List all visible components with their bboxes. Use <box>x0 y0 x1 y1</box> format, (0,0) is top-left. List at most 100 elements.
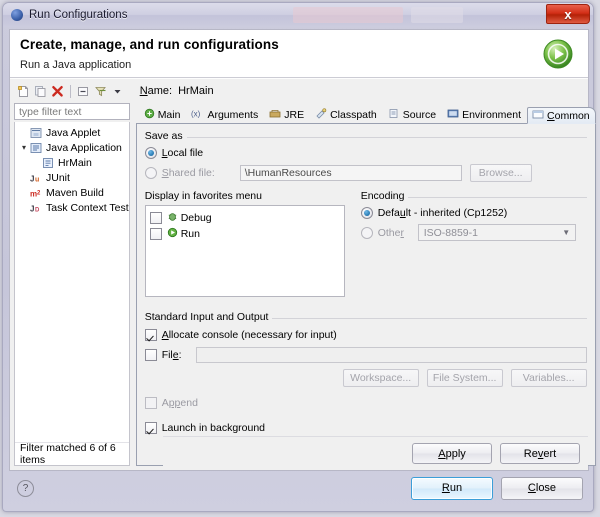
configurations-tree[interactable]: Java Applet ▾ Java Application HrMain J … <box>14 122 130 466</box>
tree-item-label: Java Application <box>46 141 122 154</box>
shared-file-radio[interactable] <box>144 166 157 179</box>
output-file-buttons: Workspace... File System... Variables... <box>145 369 587 387</box>
tree-item-java-applet[interactable]: Java Applet <box>15 125 129 140</box>
toolbar-separator <box>70 85 71 98</box>
shared-file-path-input[interactable]: \HumanResources <box>239 164 462 181</box>
close-window-button[interactable]: x <box>546 4 590 24</box>
window-title: Run Configurations <box>29 9 128 21</box>
tab-label: Environment <box>462 109 522 121</box>
allocate-console-checkbox[interactable] <box>144 328 157 341</box>
arguments-tab-icon: (x) <box>191 108 204 122</box>
classpath-tab-icon <box>315 108 327 122</box>
file-system-button[interactable]: File System... <box>426 369 503 387</box>
save-as-title: Save as <box>144 130 187 142</box>
svg-text:J: J <box>30 174 34 183</box>
green-run-icon <box>540 36 576 72</box>
allocate-console-row[interactable]: Allocate console (necessary for input) <box>144 326 587 343</box>
local-file-row[interactable]: Local file <box>144 144 587 161</box>
page-subtitle: Run a Java application <box>20 59 132 71</box>
local-file-label: Local file <box>161 146 204 159</box>
favorites-list[interactable]: Debug Run <box>144 205 345 297</box>
output-file-row[interactable]: File: <box>144 346 587 363</box>
delete-configuration-icon[interactable] <box>50 84 65 99</box>
run-favorite-checkbox[interactable] <box>149 228 162 240</box>
encoding-other-value: ISO-8859-1 <box>423 226 478 239</box>
java-launch-icon <box>41 157 55 169</box>
encoding-other-label: Other <box>377 226 404 239</box>
view-menu-chevron-icon[interactable] <box>110 84 125 99</box>
configurations-tree-pane: type filter text Java Applet ▾ Java Appl… <box>10 79 134 470</box>
tab-source[interactable]: Source <box>383 106 442 123</box>
collapse-all-icon[interactable] <box>76 84 91 99</box>
common-tab-panel: Save as Local file Shared file: \HumanRe… <box>135 124 596 466</box>
append-checkbox[interactable] <box>144 396 157 409</box>
revert-button[interactable]: Re v ert <box>500 443 580 464</box>
tree-item-junit[interactable]: J u JUnit <box>15 170 129 185</box>
workspace-button[interactable]: Workspace... <box>342 369 419 387</box>
configuration-editor-pane: Name: HrMain Main (x) Arguments JRE Clas… <box>134 79 600 470</box>
tab-common[interactable]: Common <box>527 107 596 124</box>
output-file-checkbox[interactable] <box>144 348 157 361</box>
allocate-console-label: Allocate console (necessary for input) <box>161 328 337 341</box>
browse-button[interactable]: Browse... <box>469 163 532 182</box>
tab-label: Common <box>547 109 590 122</box>
favorites-item-debug[interactable]: Debug <box>149 210 340 226</box>
tab-label: JRE <box>284 109 305 121</box>
close-button[interactable]: Close <box>501 476 583 500</box>
variables-button[interactable]: Variables... <box>510 369 587 387</box>
tree-item-label: JUnit <box>46 171 70 184</box>
favorites-item-run[interactable]: Run <box>149 226 340 242</box>
tree-item-task-context-test[interactable]: J D Task Context Test <box>15 200 129 215</box>
launch-in-background-row[interactable]: Launch in background <box>144 419 587 436</box>
run-green-icon <box>167 227 178 241</box>
run-button[interactable]: Run <box>411 476 493 500</box>
background-window-tab <box>293 7 403 23</box>
shared-file-row[interactable]: Shared file: \HumanResources Browse... <box>144 163 587 182</box>
filter-icon[interactable] <box>93 84 108 99</box>
local-file-radio[interactable] <box>144 146 157 159</box>
encoding-other-row[interactable]: Other ISO-8859-1 ▼ <box>360 224 587 241</box>
tree-expander-icon[interactable]: ▾ <box>19 143 29 152</box>
task-context-icon: J D <box>29 202 43 214</box>
maven-icon: m 2 <box>29 187 43 199</box>
tab-jre[interactable]: JRE <box>264 106 310 123</box>
tree-item-hrmain[interactable]: HrMain <box>15 155 129 170</box>
tab-classpath[interactable]: Classpath <box>310 106 383 123</box>
tree-item-label: Java Applet <box>46 126 101 139</box>
encoding-other-radio[interactable] <box>360 226 373 239</box>
source-tab-icon <box>388 108 400 122</box>
append-label: Append <box>161 396 198 409</box>
svg-text:D: D <box>35 207 40 213</box>
run-configurations-dialog: Run Configurations x Create, manage, and… <box>2 2 596 512</box>
tab-label: Arguments <box>207 109 259 121</box>
chevron-down-icon[interactable]: ▼ <box>558 225 575 240</box>
tab-main[interactable]: Main <box>139 106 187 123</box>
page-title: Create, manage, and run configurations <box>20 37 279 52</box>
new-configuration-icon[interactable] <box>16 84 31 99</box>
std-io-title: Standard Input and Output <box>144 311 273 323</box>
encoding-default-row[interactable]: Default - inherited (Cp1252) <box>360 204 587 221</box>
tree-item-java-application[interactable]: ▾ Java Application <box>15 140 129 155</box>
launch-in-background-checkbox[interactable] <box>144 421 157 434</box>
filter-status-text: Filter matched 6 of 6 items <box>15 442 129 466</box>
tab-arguments[interactable]: (x) Arguments <box>186 106 264 123</box>
help-icon[interactable]: ? <box>17 479 34 497</box>
name-input[interactable]: HrMain <box>178 85 213 97</box>
filter-input[interactable]: type filter text <box>14 103 130 120</box>
encoding-other-combo[interactable]: ISO-8859-1 ▼ <box>417 224 576 241</box>
svg-text:(x): (x) <box>191 110 201 119</box>
dialog-header: Create, manage, and run configurations R… <box>10 30 588 78</box>
configuration-tabs: Main (x) Arguments JRE Classpath Source … <box>135 104 596 124</box>
encoding-default-radio[interactable] <box>360 206 373 219</box>
tree-item-label: HrMain <box>58 156 92 169</box>
duplicate-configuration-icon[interactable] <box>33 84 48 99</box>
tab-label: Source <box>402 109 437 121</box>
tab-environment[interactable]: Environment <box>442 106 527 123</box>
tree-item-label: Task Context Test <box>46 201 129 214</box>
output-file-input[interactable] <box>195 346 587 363</box>
tree-item-maven-build[interactable]: m 2 Maven Build <box>15 185 129 200</box>
apply-button[interactable]: Apply <box>412 443 492 464</box>
debug-favorite-checkbox[interactable] <box>149 212 162 224</box>
background-window-tab-secondary <box>411 7 463 23</box>
append-row[interactable]: Append <box>144 394 587 411</box>
